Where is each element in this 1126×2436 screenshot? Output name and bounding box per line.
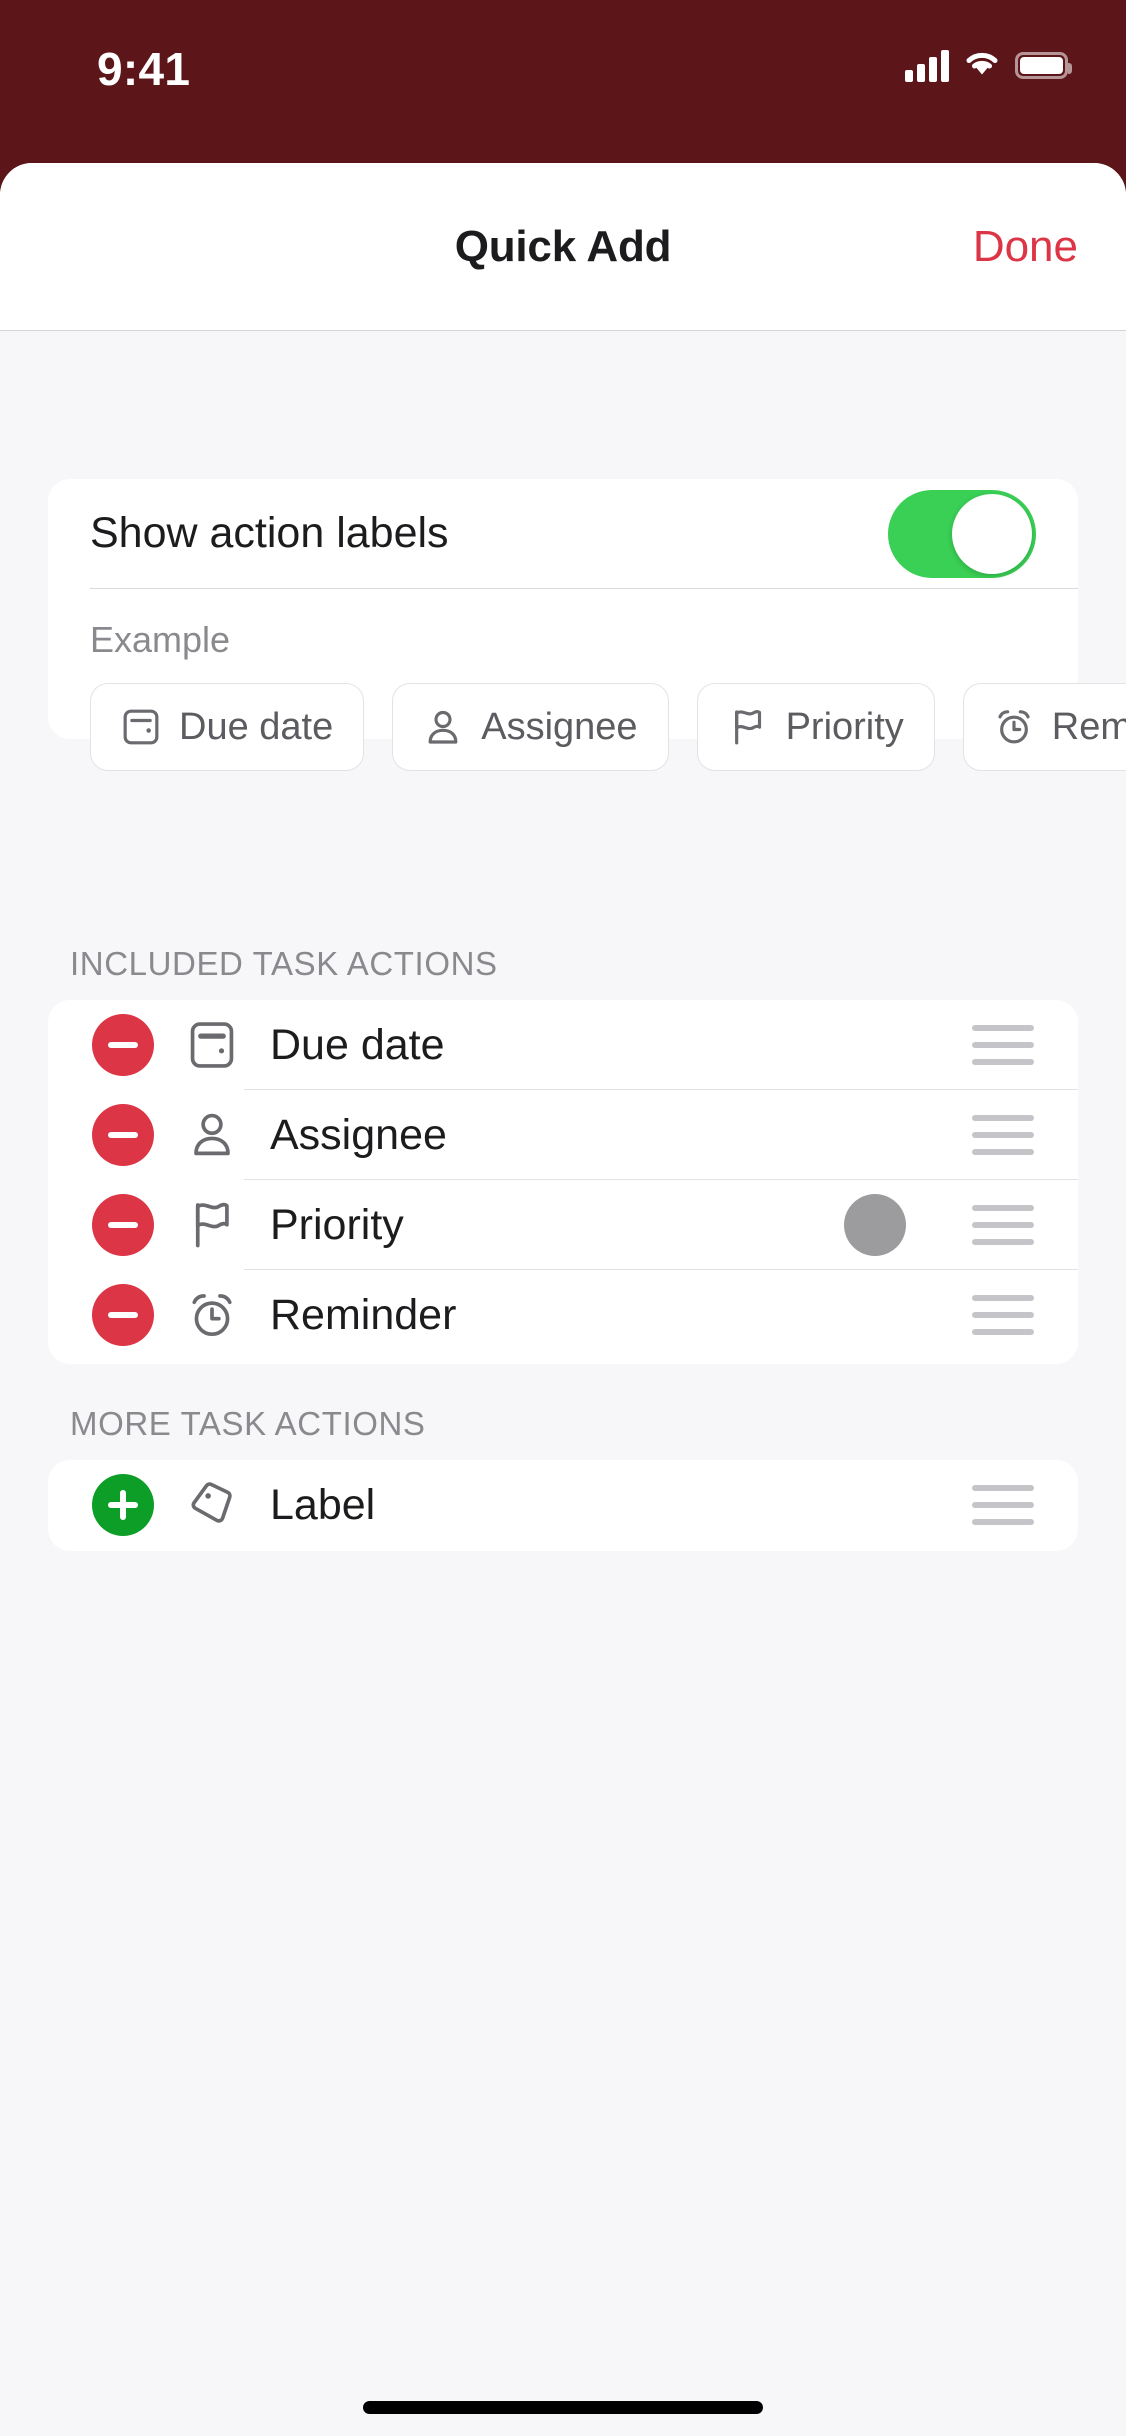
row-label: Reminder — [270, 1290, 457, 1339]
chip-reminder[interactable]: Reminder — [962, 683, 1126, 771]
row-label: Due date — [270, 1020, 445, 1069]
row-reminder[interactable]: Reminder — [48, 1270, 1078, 1360]
row-label: Label — [270, 1480, 376, 1529]
row-assignee[interactable]: Assignee — [48, 1090, 1078, 1180]
person-icon — [423, 706, 463, 748]
add-button[interactable] — [92, 1474, 154, 1536]
drag-handle[interactable] — [972, 1025, 1034, 1065]
row-label: Priority — [270, 1200, 404, 1249]
home-indicator — [363, 2401, 763, 2414]
included-task-actions-header: INCLUDED TASK ACTIONS — [70, 945, 498, 982]
calendar-icon — [180, 1018, 244, 1072]
chip-label: Due date — [179, 705, 334, 748]
status-bar: 9:41 — [0, 0, 1126, 163]
page-title: Quick Add — [454, 221, 672, 271]
chip-due-date[interactable]: Due date — [90, 683, 365, 771]
status-bar-time: 9:41 — [97, 43, 191, 95]
table-row: Due date — [48, 1000, 1078, 1090]
person-icon — [180, 1108, 244, 1162]
toggle-knob — [952, 493, 1032, 574]
remove-button[interactable] — [92, 1104, 154, 1166]
battery-icon — [1015, 52, 1072, 79]
drag-handle[interactable] — [972, 1485, 1034, 1525]
row-due-date[interactable]: Due date — [48, 1000, 1078, 1090]
cellular-signal-icon — [905, 49, 949, 82]
table-row: Assignee — [48, 1090, 1078, 1180]
flag-icon — [180, 1198, 244, 1252]
calendar-icon — [121, 706, 161, 748]
remove-button[interactable] — [92, 1194, 154, 1256]
table-row: Label — [48, 1460, 1078, 1550]
chip-label: Priority — [785, 705, 904, 748]
remove-button[interactable] — [92, 1014, 154, 1076]
more-task-actions-header: MORE TASK ACTIONS — [70, 1405, 426, 1442]
chip-label: Reminder — [1051, 705, 1126, 748]
done-button[interactable]: Done — [973, 222, 1078, 272]
drag-handle[interactable] — [972, 1295, 1034, 1335]
included-task-actions-card: Due date Assignee Priority Reminder — [48, 1000, 1078, 1364]
alarm-clock-icon — [994, 706, 1034, 748]
show-action-labels-row[interactable]: Show action labels — [48, 479, 1078, 588]
chip-label: Assignee — [481, 705, 638, 748]
example-chip-row: Due date Assignee Priority Rem — [48, 661, 1126, 771]
chip-assignee[interactable]: Assignee — [392, 683, 669, 771]
row-label-action[interactable]: Label — [48, 1460, 1078, 1550]
drag-handle[interactable] — [972, 1115, 1034, 1155]
wifi-icon — [963, 48, 1001, 83]
table-row: Reminder — [48, 1270, 1078, 1360]
chip-priority[interactable]: Priority — [696, 683, 935, 771]
remove-button[interactable] — [92, 1284, 154, 1346]
drag-handle[interactable] — [972, 1205, 1034, 1245]
row-priority[interactable]: Priority — [48, 1180, 1078, 1270]
alarm-clock-icon — [180, 1288, 244, 1342]
nav-bar: Quick Add Done — [0, 163, 1126, 331]
more-task-actions-card: Label — [48, 1460, 1078, 1551]
table-row: Priority — [48, 1180, 1078, 1270]
row-label: Assignee — [270, 1110, 447, 1159]
show-action-labels-label: Show action labels — [90, 509, 449, 557]
tag-icon — [180, 1478, 244, 1532]
quick-add-sheet: Quick Add Done Show action labels Exampl… — [0, 163, 1126, 2436]
flag-icon — [728, 706, 768, 748]
show-action-labels-card: Show action labels Example Due date Assi… — [48, 479, 1126, 771]
priority-color-swatch[interactable] — [844, 1194, 906, 1256]
example-label: Example — [90, 619, 231, 660]
status-bar-icons — [905, 48, 1072, 83]
show-action-labels-toggle[interactable] — [888, 489, 1036, 578]
